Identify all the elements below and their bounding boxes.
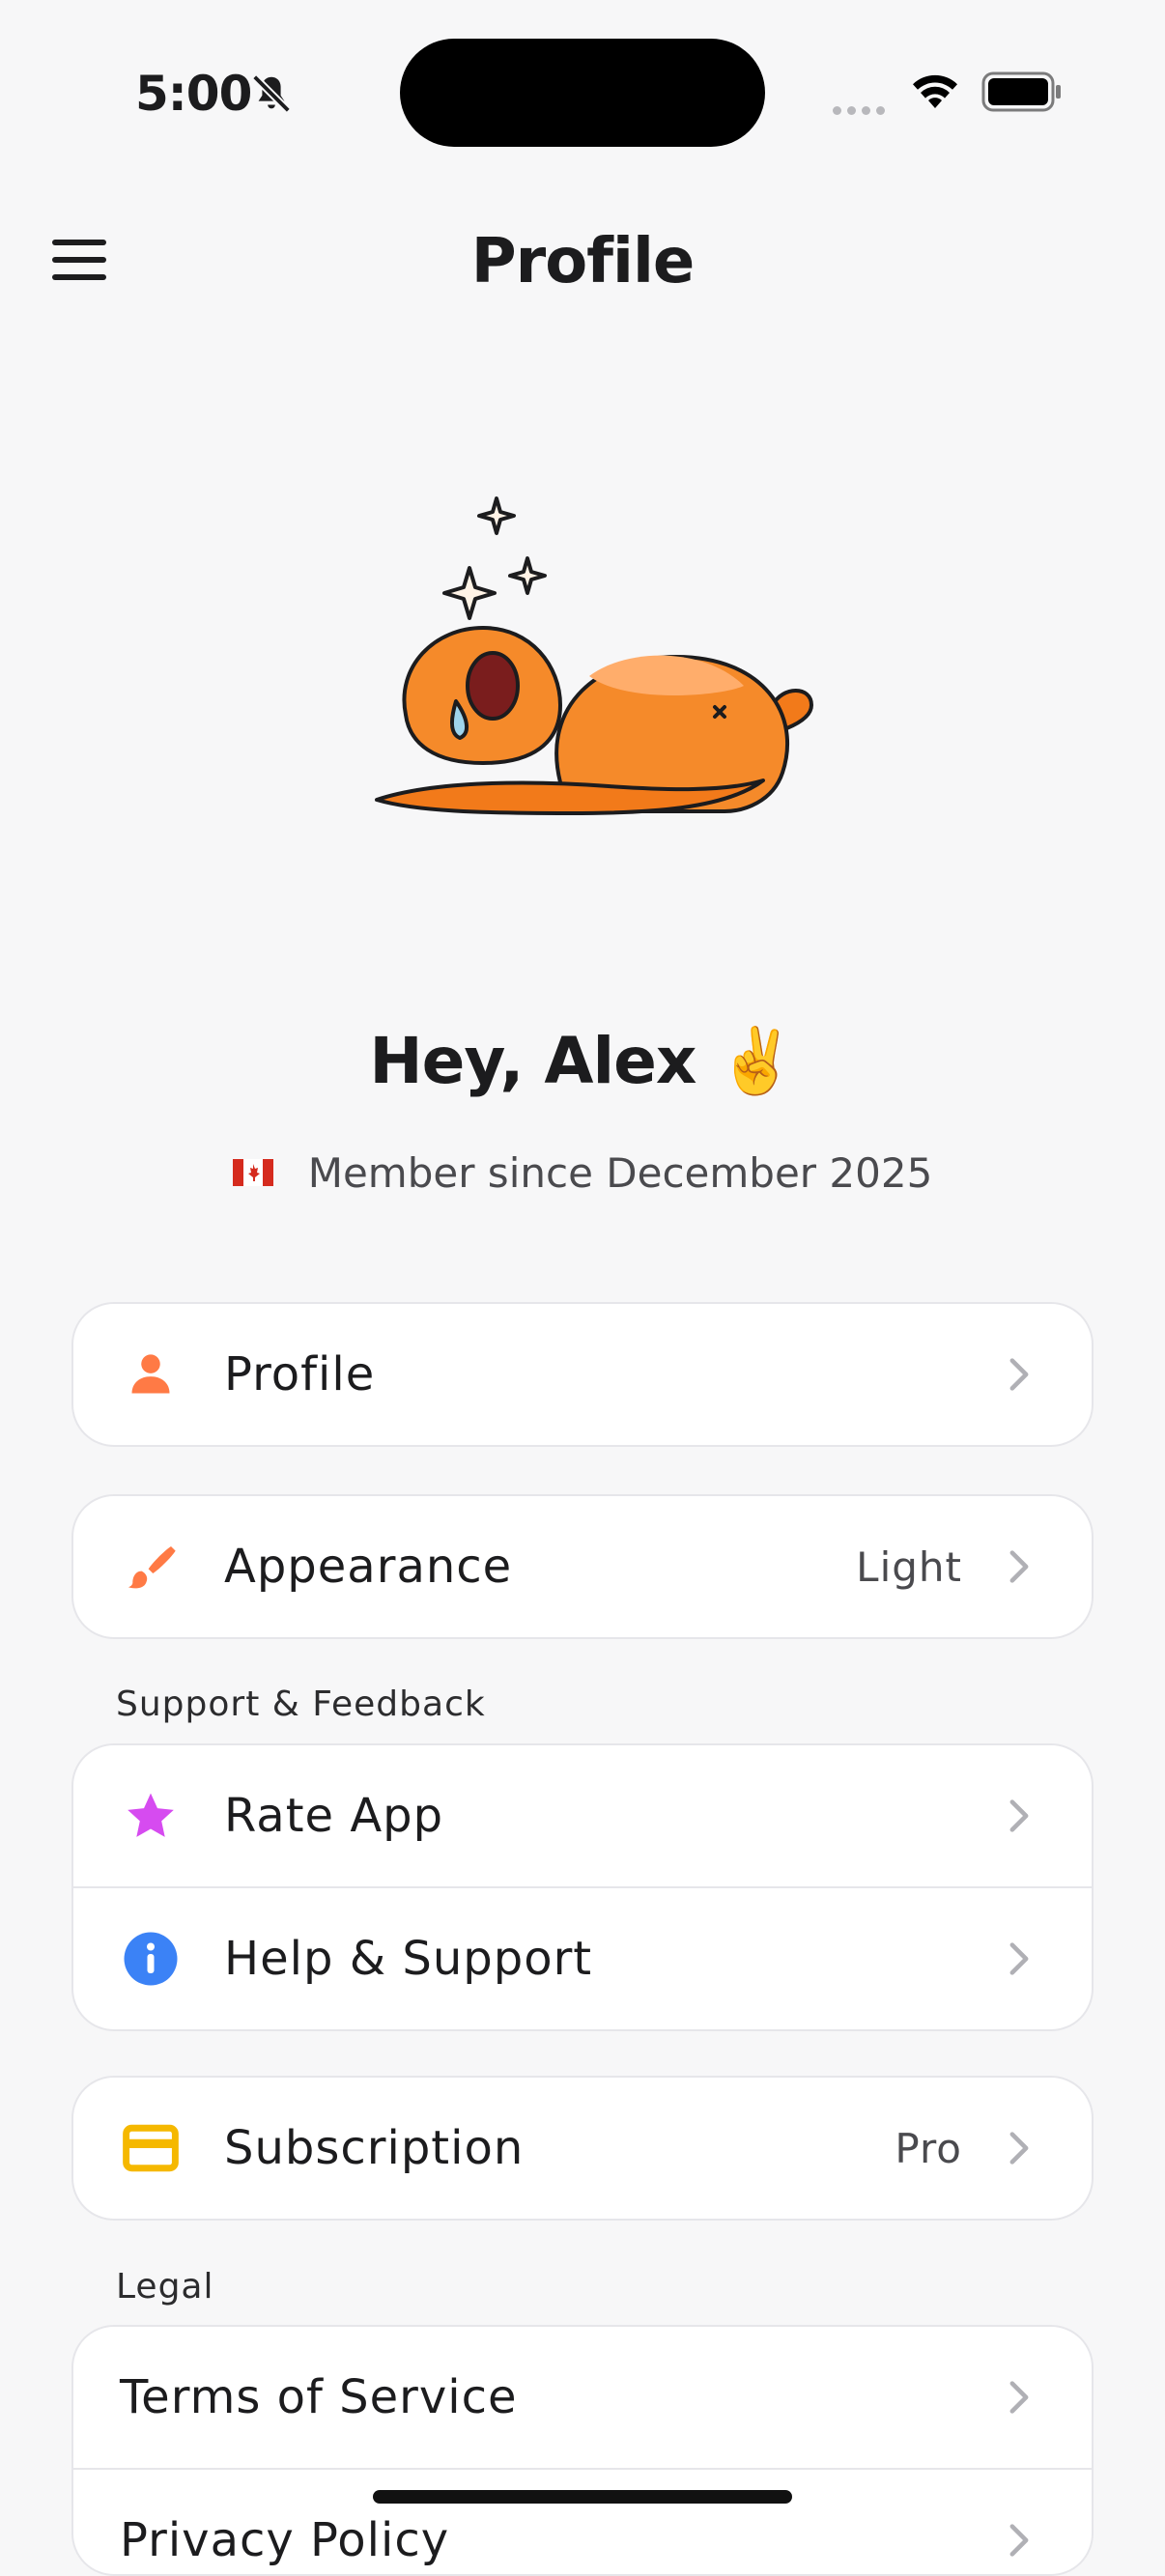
privacy-label: Privacy Policy bbox=[120, 2513, 450, 2567]
member-since: Member since December 2025 bbox=[0, 1149, 1165, 1197]
canada-flag-icon bbox=[232, 1158, 273, 1186]
chevron-right-icon bbox=[1009, 2524, 1029, 2557]
subscription-card: Subscription Pro bbox=[71, 2076, 1094, 2221]
credit-card-icon bbox=[122, 2119, 180, 2177]
help-support-label: Help & Support bbox=[224, 1932, 593, 1986]
status-time: 5:00 bbox=[135, 66, 252, 122]
chevron-right-icon bbox=[1009, 1942, 1029, 1975]
wifi-icon bbox=[913, 74, 957, 108]
battery-icon bbox=[981, 71, 1061, 112]
appearance-card: Appearance Light bbox=[71, 1494, 1094, 1639]
member-since-text: Member since December 2025 bbox=[307, 1149, 933, 1197]
subscription-row[interactable]: Subscription Pro bbox=[73, 2078, 1092, 2219]
subscription-label: Subscription bbox=[224, 2121, 525, 2175]
terms-label: Terms of Service bbox=[120, 2370, 518, 2424]
profile-row[interactable]: Profile bbox=[73, 1304, 1092, 1445]
chevron-right-icon bbox=[1009, 1799, 1029, 1832]
help-support-row[interactable]: Help & Support bbox=[73, 1886, 1092, 2029]
chevron-right-icon bbox=[1009, 1358, 1029, 1391]
appearance-row[interactable]: Appearance Light bbox=[73, 1496, 1092, 1637]
privacy-row[interactable]: Privacy Policy bbox=[73, 2468, 1092, 2574]
dynamic-island bbox=[400, 39, 765, 147]
rate-app-row[interactable]: Rate App bbox=[73, 1745, 1092, 1886]
nav-header: Profile bbox=[0, 212, 1165, 309]
support-card: Rate App Help & Support bbox=[71, 1743, 1094, 2031]
rate-app-label: Rate App bbox=[224, 1789, 444, 1843]
greeting-heading: Hey, Alex ✌️ bbox=[369, 1024, 796, 1098]
legal-card: Terms of Service Privacy Policy bbox=[71, 2325, 1094, 2576]
star-icon bbox=[122, 1787, 180, 1845]
chevron-right-icon bbox=[1009, 1550, 1029, 1583]
bell-muted-icon bbox=[252, 74, 291, 113]
paintbrush-icon bbox=[122, 1538, 180, 1596]
terms-row[interactable]: Terms of Service bbox=[73, 2327, 1092, 2468]
appearance-label: Appearance bbox=[224, 1540, 513, 1594]
appearance-value: Light bbox=[856, 1543, 962, 1591]
status-bar: 5:00 bbox=[0, 0, 1165, 184]
profile-label: Profile bbox=[224, 1347, 376, 1401]
chevron-right-icon bbox=[1009, 2132, 1029, 2165]
chevron-right-icon bbox=[1009, 2381, 1029, 2414]
sleeping-cat-illustration bbox=[375, 496, 813, 815]
subscription-value: Pro bbox=[895, 2124, 962, 2172]
section-label-legal: Legal bbox=[116, 2267, 214, 2307]
section-label-support: Support & Feedback bbox=[116, 1684, 486, 1724]
cellular-signal-icon bbox=[833, 100, 891, 119]
home-indicator[interactable] bbox=[373, 2490, 792, 2504]
info-icon bbox=[122, 1930, 180, 1988]
profile-card: Profile bbox=[71, 1302, 1094, 1447]
page-title: Profile bbox=[470, 226, 696, 297]
person-icon bbox=[122, 1345, 180, 1403]
